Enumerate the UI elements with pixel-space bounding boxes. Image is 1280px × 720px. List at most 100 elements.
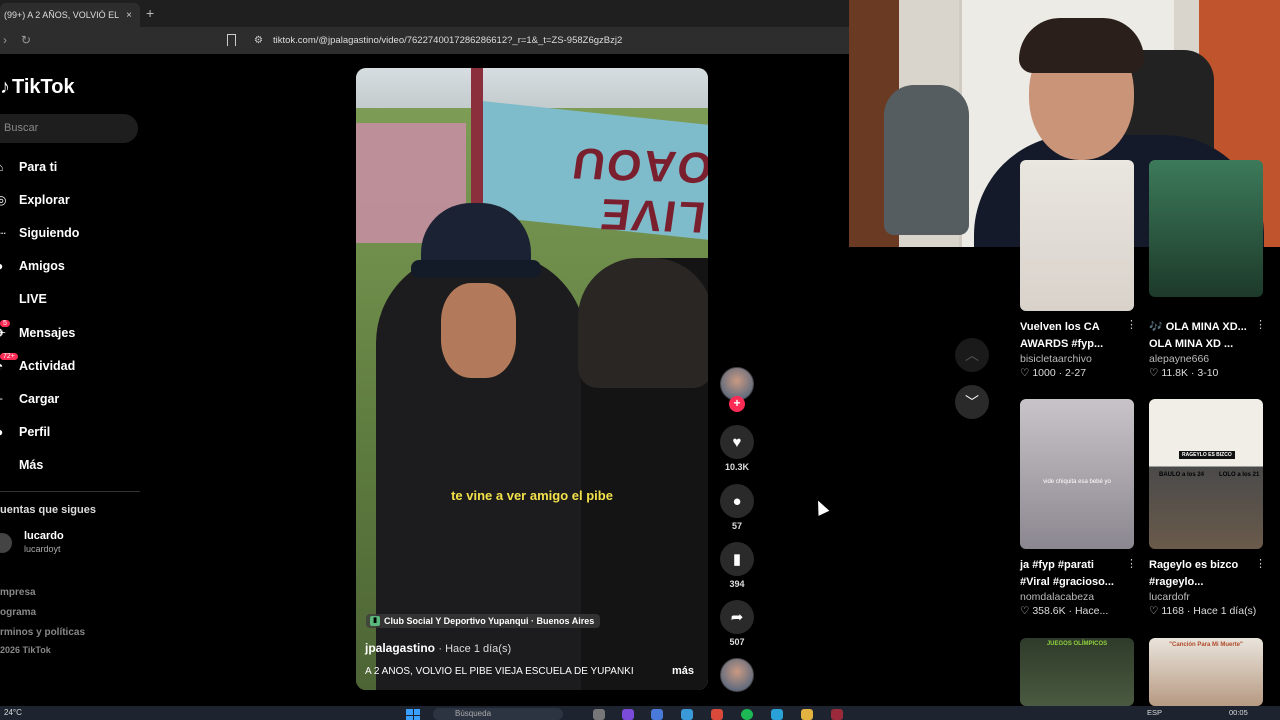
sidebar-item-label: Siguiendo xyxy=(19,225,80,240)
home-icon: ⌂ xyxy=(0,160,8,174)
browser-app-icon[interactable] xyxy=(711,709,723,720)
reload-icon[interactable]: ↻ xyxy=(21,33,31,47)
comment-icon: ● xyxy=(720,484,754,518)
messages-badge: 5 xyxy=(0,319,10,327)
video-person-hair xyxy=(578,258,708,388)
feed-card[interactable]: vide chiquita esa bebé yo ⋮ ja #fyp #par… xyxy=(1020,399,1137,617)
feed-thumbnail[interactable] xyxy=(1020,160,1134,311)
sidebar-item-perfil[interactable]: ● Perfil xyxy=(0,416,140,449)
feed-thumbnail[interactable]: RAGEYLO ES BIZCO BAULO a los 24 LOLO a l… xyxy=(1149,399,1263,549)
sidebar-item-explorar[interactable]: ◎ Explorar xyxy=(0,183,140,216)
footer-link-programa[interactable]: ograma xyxy=(0,607,36,618)
thumb-label-left: BAULO a los 24 xyxy=(1159,472,1205,478)
feed-card[interactable]: "Canción Para Mi Muerte" xyxy=(1149,638,1263,706)
sidebar-item-mas[interactable]: · Más xyxy=(0,449,140,482)
previous-video-button[interactable]: ︿ xyxy=(955,338,989,372)
sidebar-item-para-ti[interactable]: ⌂ Para ti xyxy=(0,150,140,183)
url-field[interactable]: tiktok.com/@jpalagastino/video/762274001… xyxy=(273,35,622,46)
feed-user[interactable]: alepayne666 xyxy=(1149,353,1263,365)
app-icon[interactable] xyxy=(831,709,843,720)
file-explorer-icon[interactable] xyxy=(801,709,813,720)
feed-card[interactable]: JUEGOS OLÍMPICOS xyxy=(1020,638,1134,706)
app-icon[interactable] xyxy=(771,709,783,720)
screen: (99+) A 2 AÑOS, VOLVIÓ EL PI × + › ↻ ⚙ t… xyxy=(0,0,1280,720)
like-button[interactable]: ♥ 10.3K xyxy=(718,425,756,472)
app-icon[interactable] xyxy=(651,709,663,720)
app-icon[interactable] xyxy=(622,709,634,720)
sidebar-divider xyxy=(0,491,140,492)
footer-copyright: 2026 TikTok xyxy=(0,645,51,655)
feed-thumbnail[interactable] xyxy=(1149,160,1263,297)
more-button[interactable]: más xyxy=(672,665,694,677)
footer-link-empresa[interactable]: mpresa xyxy=(0,587,36,598)
tab-close-icon[interactable]: × xyxy=(122,10,136,21)
share-icon: ➦ xyxy=(720,600,754,634)
feed-stats: ♡ 1000 · 2-27 xyxy=(1020,367,1087,379)
more-options-icon[interactable]: ⋮ xyxy=(1255,318,1266,331)
account-handle: lucardoyt xyxy=(24,544,61,554)
feed-thumbnail[interactable]: "Canción Para Mi Muerte" xyxy=(1149,638,1263,706)
compass-icon: ◎ xyxy=(0,192,7,207)
feed-thumbnail[interactable]: vide chiquita esa bebé yo xyxy=(1020,399,1134,549)
following-header: uentas que sigues xyxy=(0,504,96,516)
feed-user[interactable]: nomdalacabeza xyxy=(1020,591,1134,603)
feed-card[interactable]: RAGEYLO ES BIZCO BAULO a los 24 LOLO a l… xyxy=(1149,399,1266,617)
avatar xyxy=(0,533,12,553)
sound-avatar[interactable] xyxy=(720,658,754,692)
site-settings-icon[interactable]: ⚙ xyxy=(254,35,263,46)
feed-user[interactable]: bisicletaarchivo xyxy=(1020,353,1134,365)
windows-taskbar: 24°C Búsqueda ESP 00:05 xyxy=(0,706,1280,720)
more-options-icon[interactable]: ⋮ xyxy=(1126,557,1137,570)
sidebar-nav: ⌂ Para ti ◎ Explorar ⇠ Siguiendo ● Amigos ▪ L… xyxy=(0,150,140,482)
feed-stats: ♡ 358.6K · Hace... xyxy=(1020,605,1109,617)
start-icon[interactable] xyxy=(406,709,420,720)
taskbar-search[interactable]: Búsqueda xyxy=(433,708,563,720)
spotify-icon[interactable] xyxy=(741,709,753,720)
share-button[interactable]: ➦ 507 xyxy=(718,600,756,647)
feed-thumbnail[interactable]: JUEGOS OLÍMPICOS xyxy=(1020,638,1134,706)
video-player[interactable]: LIVE OAOU te vine a ver amigo el pibe ▮ … xyxy=(356,68,708,690)
feed-date: 2-27 xyxy=(1065,367,1087,379)
new-tab-button[interactable]: + xyxy=(146,5,154,21)
sidebar-item-label: Perfil xyxy=(19,425,51,440)
feed-date: Hace 1 día(s) xyxy=(1193,605,1257,617)
more-icon: · xyxy=(0,458,8,472)
sidebar-item-siguiendo[interactable]: ⇠ Siguiendo xyxy=(0,216,140,249)
video-description: A 2 AÑOS, VOLVIÓ EL PIBE VIEJA ESCUELA D… xyxy=(365,666,634,677)
app-icon[interactable] xyxy=(681,709,693,720)
more-options-icon[interactable]: ⋮ xyxy=(1255,557,1266,570)
feed-user[interactable]: lucardofr xyxy=(1149,591,1263,603)
feed-title: 🎶 OLA MINA XD... OLA MINA XD ... xyxy=(1149,321,1247,350)
sidebar-item-live[interactable]: ▪ LIVE xyxy=(0,283,140,316)
address-bar: › ↻ ⚙ tiktok.com/@jpalagastino/video/762… xyxy=(0,27,850,54)
browser-tab[interactable]: (99+) A 2 AÑOS, VOLVIÓ EL PI × xyxy=(0,3,140,27)
bookmark-icon[interactable] xyxy=(227,34,236,46)
sidebar-item-mensajes[interactable]: ✈ 5 Mensajes xyxy=(0,316,140,349)
task-view-icon[interactable] xyxy=(593,709,605,720)
footer-link-terms[interactable]: rminos y políticas xyxy=(0,627,85,638)
cam-person-hair xyxy=(1019,18,1144,73)
live-icon: ▪ xyxy=(0,292,8,306)
follow-plus-icon[interactable]: + xyxy=(729,396,745,412)
location-tag[interactable]: ▮ Club Social Y Deportivo Yupanqui · Bue… xyxy=(366,614,601,628)
save-button[interactable]: ▮ 394 xyxy=(718,542,756,589)
forward-icon[interactable]: › xyxy=(3,33,7,47)
author-name[interactable]: jpalagastino xyxy=(365,641,435,655)
comment-button[interactable]: ● 57 xyxy=(718,484,756,531)
activity-icon: ◔ xyxy=(0,359,8,373)
video-author[interactable]: jpalagastino · Hace 1 día(s) xyxy=(365,641,511,655)
feed-card[interactable]: ⋮ 🎶 OLA MINA XD... OLA MINA XD ... alepa… xyxy=(1149,160,1266,379)
sidebar-item-cargar[interactable]: + Cargar xyxy=(0,382,140,415)
weather-widget[interactable]: 24°C xyxy=(4,708,22,717)
thumb-title: JUEGOS OLÍMPICOS xyxy=(1046,641,1108,647)
sidebar-item-amigos[interactable]: ● Amigos xyxy=(0,250,140,283)
clock[interactable]: 00:05 xyxy=(1229,708,1248,717)
next-video-button[interactable]: ﹀ xyxy=(955,385,989,419)
search-input[interactable]: Buscar xyxy=(0,114,138,143)
language-indicator[interactable]: ESP xyxy=(1147,708,1162,717)
more-options-icon[interactable]: ⋮ xyxy=(1126,318,1137,331)
feed-card[interactable]: ⋮ Vuelven los CA AWARDS #fyp... bisiclet… xyxy=(1020,160,1137,379)
sidebar-item-actividad[interactable]: ◔72+Actividad xyxy=(0,349,140,382)
friends-icon: ● xyxy=(0,259,8,273)
tiktok-logo[interactable]: ♪ TikTok xyxy=(0,76,75,99)
